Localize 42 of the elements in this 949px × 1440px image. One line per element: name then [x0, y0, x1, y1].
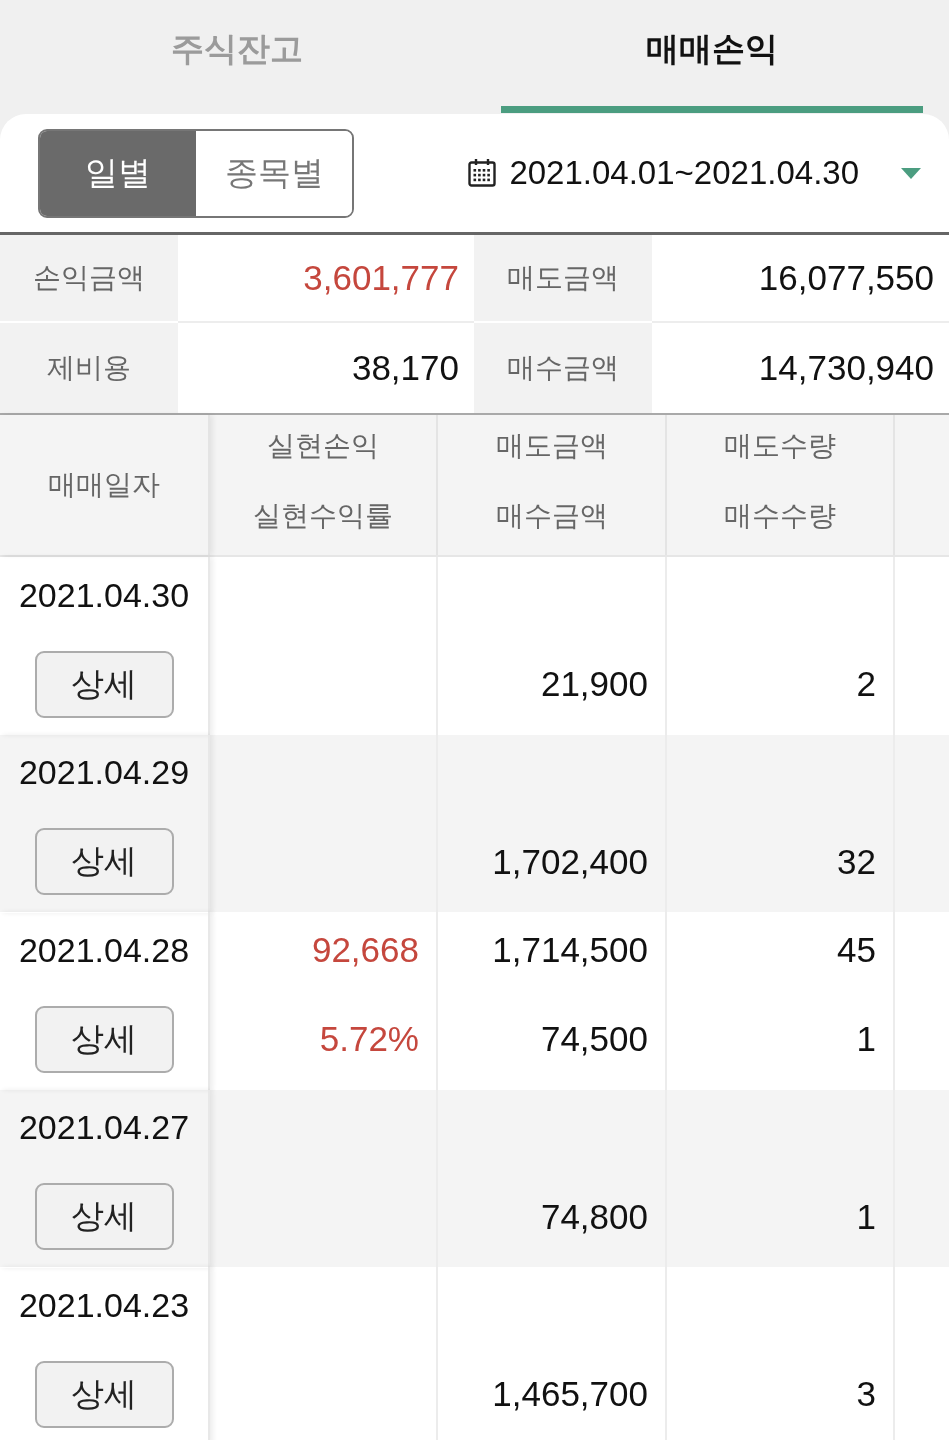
cell-value: 92,668	[311, 930, 419, 970]
column-header: 실현손익	[267, 429, 379, 463]
calendar-icon	[468, 159, 497, 187]
cell-value: 3	[856, 1374, 876, 1414]
summary-value: 16,077,550	[652, 235, 949, 323]
detail-button[interactable]: 상세	[34, 828, 174, 895]
column-header: 매수금액	[495, 499, 608, 533]
summary-label: 손익금액	[0, 235, 178, 323]
date-text: 2021.04.27	[18, 1108, 190, 1147]
summary-label: 매수금액	[474, 323, 652, 413]
cell-value: 1,702,400	[492, 841, 648, 882]
dropdown-caret-icon[interactable]	[901, 167, 921, 179]
cell-value: 1,714,500	[492, 930, 648, 970]
date-text: 2021.04.23	[18, 1285, 190, 1325]
cell-value: 2	[856, 664, 876, 704]
summary-value: 38,170	[350, 347, 460, 389]
column-header: 매수수량	[724, 499, 836, 533]
detail-button[interactable]: 상세	[34, 1360, 174, 1428]
segment-button[interactable]: 일별	[40, 130, 196, 216]
column-header: 매도수량	[724, 429, 836, 463]
summary-label: 매도금액	[474, 235, 652, 323]
date-text: 2021.04.30	[18, 575, 190, 615]
cell-value: 5.72%	[319, 1019, 419, 1059]
column-header: 매매일자	[48, 468, 160, 502]
detail-button[interactable]: 상세	[34, 1005, 174, 1073]
date-range-picker[interactable]: 2021.04.01~2021.04.30	[468, 154, 859, 192]
cell-value: 1	[856, 1196, 876, 1237]
date-text: 2021.04.29	[18, 753, 190, 792]
column-header: 실현수익률	[253, 499, 393, 533]
summary-label: 제비용	[0, 323, 178, 413]
detail-button[interactable]: 상세	[34, 650, 174, 718]
cell-value: 45	[837, 930, 876, 970]
column-header: 매도금액	[495, 429, 608, 463]
cell-value: 1,465,700	[492, 1374, 648, 1414]
date-text: 2021.04.28	[18, 930, 190, 970]
cell-value: 32	[837, 841, 876, 882]
cell-value: 1	[856, 1019, 876, 1059]
summary-value: 14,730,940	[757, 347, 935, 389]
cell-value: 21,900	[540, 664, 648, 704]
detail-button[interactable]: 상세	[34, 1183, 174, 1250]
cell-value: 74,500	[540, 1019, 648, 1059]
cell-value: 74,800	[540, 1196, 648, 1237]
